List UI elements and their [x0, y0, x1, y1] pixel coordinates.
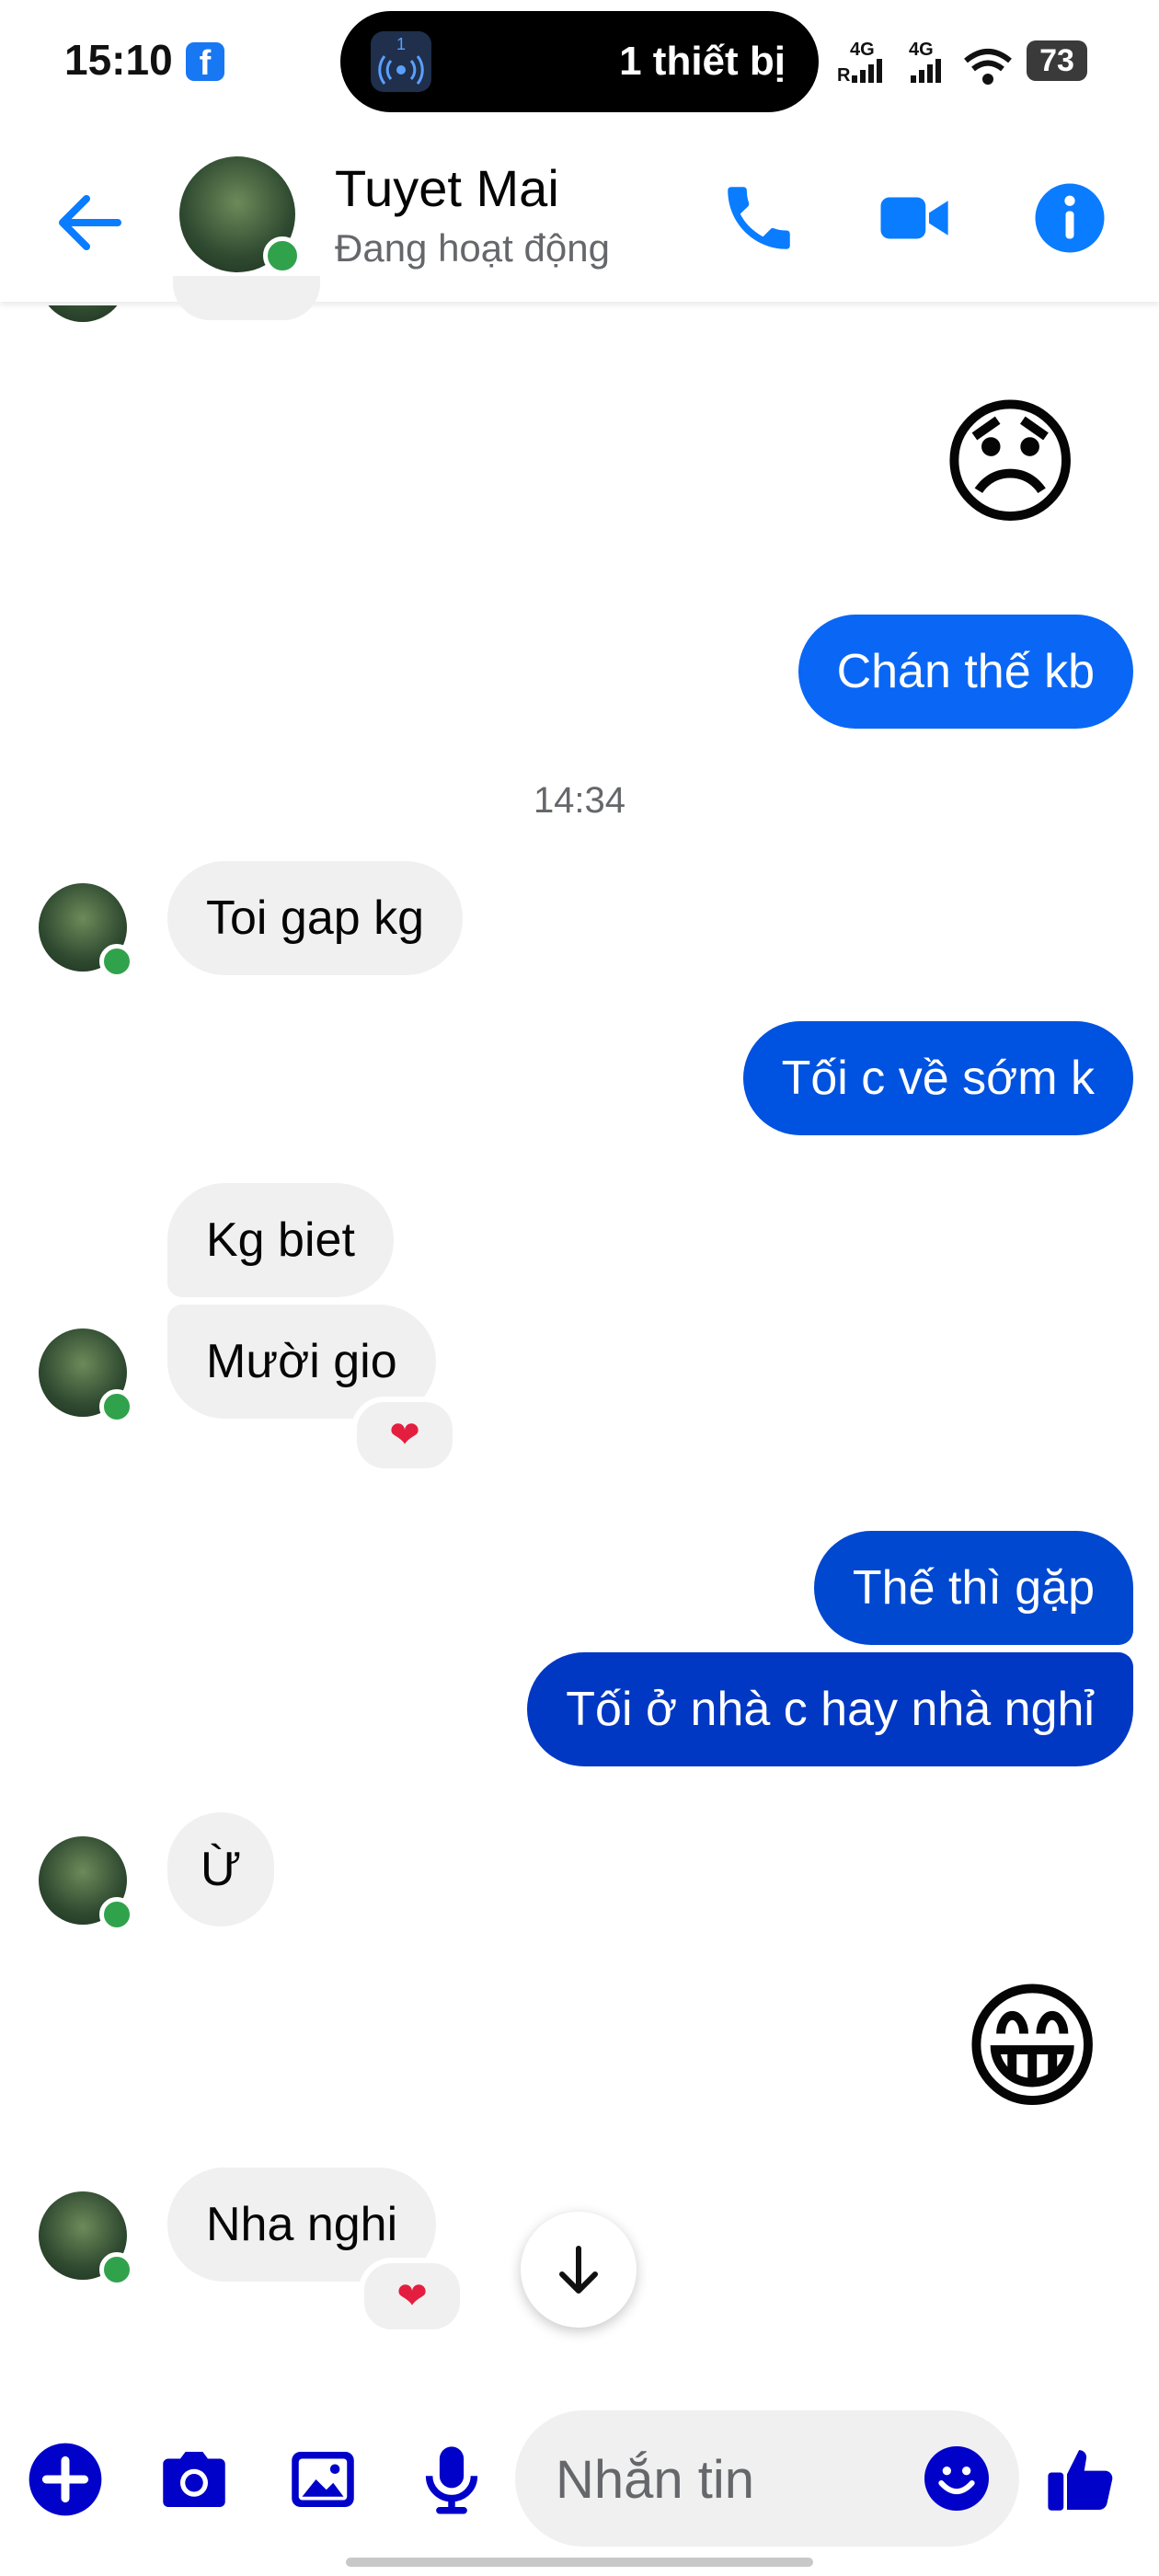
- island-badge: 1: [396, 35, 406, 53]
- received-message[interactable]: Ừ: [167, 1812, 275, 1926]
- thumbs-up-icon[interactable]: [1039, 2438, 1122, 2521]
- phone-call-icon[interactable]: [717, 177, 800, 259]
- heart-reaction[interactable]: ❤: [351, 1397, 458, 1474]
- message-input-container[interactable]: [515, 2410, 1019, 2547]
- emoji-picker-icon[interactable]: [920, 2442, 993, 2515]
- arrow-down-icon: [559, 2246, 598, 2294]
- status-time: 15:10: [64, 36, 173, 84]
- online-indicator: [99, 944, 134, 979]
- online-indicator: [263, 236, 302, 275]
- broadcast-icon: 1: [371, 31, 431, 92]
- message-timestamp: 14:34: [533, 780, 626, 821]
- back-arrow-icon[interactable]: [53, 186, 127, 259]
- emoji-message-sad[interactable]: 😞: [938, 394, 1082, 532]
- contact-name[interactable]: Tuyet Mai: [335, 158, 559, 218]
- dynamic-island[interactable]: 1 1 thiết bị: [340, 11, 819, 112]
- gallery-icon[interactable]: [281, 2438, 364, 2521]
- sent-message[interactable]: Thế thì gặp: [813, 1531, 1133, 1645]
- home-indicator[interactable]: [346, 2558, 813, 2567]
- network-2-label: 4G: [909, 40, 934, 60]
- sent-message[interactable]: Tối ở nhà c hay nhà nghỉ: [527, 1652, 1133, 1766]
- received-message[interactable]: Toi gap kg: [167, 861, 464, 975]
- heart-reaction[interactable]: ❤: [359, 2258, 465, 2335]
- wifi-icon: [964, 49, 1012, 85]
- received-message[interactable]: Kg biet: [167, 1183, 394, 1297]
- island-text: 1 thiết bị: [619, 39, 786, 84]
- microphone-icon[interactable]: [410, 2438, 493, 2521]
- facebook-notification-icon: f: [186, 42, 224, 83]
- plus-icon[interactable]: [24, 2438, 107, 2521]
- sent-message[interactable]: Chán thế kb: [798, 615, 1133, 729]
- camera-icon[interactable]: [153, 2438, 235, 2521]
- message-input[interactable]: [554, 2442, 898, 2517]
- contact-status: Đang hoạt động: [335, 226, 610, 270]
- message-bubble-cut-off: [173, 276, 320, 320]
- info-icon[interactable]: [1028, 177, 1111, 259]
- network-1-roaming: R: [837, 65, 851, 86]
- online-indicator: [99, 1897, 134, 1932]
- online-indicator: [99, 2252, 134, 2287]
- network-indicators: 4G R 4G: [837, 37, 1021, 98]
- battery-indicator: 73: [1027, 40, 1087, 81]
- sent-message[interactable]: Tối c về sớm k: [742, 1021, 1133, 1135]
- emoji-message-grin[interactable]: 😁: [960, 1978, 1104, 2116]
- network-1-label: 4G: [850, 40, 875, 60]
- video-call-icon[interactable]: [874, 177, 957, 259]
- scroll-to-bottom-button[interactable]: [521, 2212, 637, 2328]
- online-indicator: [99, 1389, 134, 1424]
